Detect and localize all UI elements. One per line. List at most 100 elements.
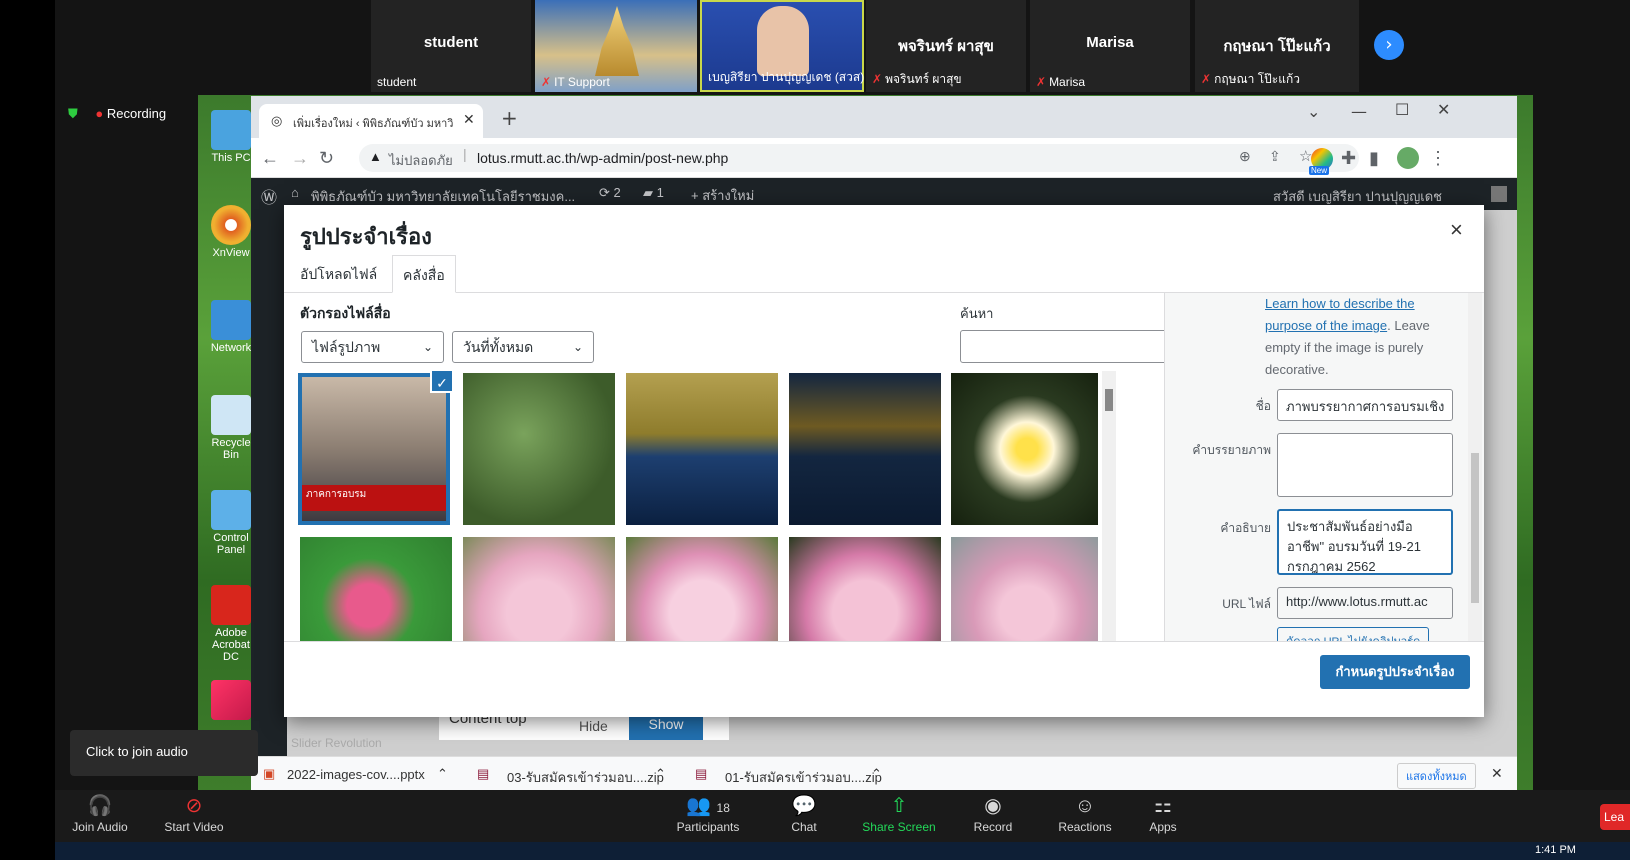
participant-tile-student[interactable]: student student	[371, 0, 531, 92]
new-badge: New	[1309, 166, 1330, 175]
zoom-toolbar: 🎧 Join Audio ⊘ Start Video 👥 18 Participant…	[55, 790, 1630, 842]
new-content-link[interactable]: + สร้างใหม่	[691, 185, 754, 206]
desktop-icon-network[interactable]: Network	[204, 300, 258, 354]
title-field[interactable]: ภาพบรรยากาศการอบรมเชิง	[1277, 389, 1453, 421]
user-avatar	[1491, 186, 1507, 202]
desktop-icon-recycle-bin[interactable]: Recycle Bin	[204, 395, 258, 461]
reactions-button[interactable]: ☺ Reactions	[1040, 792, 1130, 834]
share-screen-button[interactable]: ⇧ Share Screen	[854, 792, 944, 834]
attachment[interactable]	[300, 537, 452, 641]
desktop-icon-acrobat[interactable]: Adobe Acrobat DC	[204, 585, 258, 663]
details-scrollbar[interactable]	[1468, 293, 1482, 641]
tab-media-library[interactable]: คลังสื่อ	[392, 255, 456, 293]
modal-title: รูปประจำเรื่อง	[300, 224, 432, 249]
file-url-field[interactable]: http://www.lotus.rmutt.ac	[1277, 587, 1453, 619]
media-type-select[interactable]: ไฟล์รูปภาพ ⌄	[301, 331, 444, 363]
puzzle-icon[interactable]: ✚	[1341, 148, 1356, 169]
download-item[interactable]: 01-รับสมัครเข้าร่วมอบ....zip	[725, 767, 882, 788]
scroll-thumb[interactable]	[1105, 389, 1113, 411]
close-tab-icon[interactable]: ✕	[463, 111, 475, 128]
date-select[interactable]: วันที่ทั้งหมด ⌄	[452, 331, 594, 363]
attachment[interactable]	[789, 537, 941, 641]
chevron-up-icon[interactable]: ⌃	[437, 766, 448, 782]
file-url-label: URL ไฟล์	[1222, 597, 1271, 611]
updates-icon[interactable]: ⟳ 2	[599, 185, 621, 201]
close-downloads-icon[interactable]: ✕	[1491, 765, 1503, 782]
description-label: คำอธิบาย	[1220, 521, 1271, 535]
attachment[interactable]	[951, 373, 1098, 525]
attachment[interactable]	[951, 537, 1098, 641]
chevron-up-icon[interactable]: ⌃	[871, 766, 882, 782]
browser-tab[interactable]: ◎ เพิ่มเรื่องใหม่ ‹ พิพิธภัณฑ์บัว มหาวิท…	[259, 104, 483, 138]
start-video-button[interactable]: ⊘ Start Video	[149, 792, 239, 834]
computer-icon	[211, 110, 251, 150]
tab-upload-files[interactable]: อัปโหลดไฟล์	[290, 255, 387, 293]
next-participants-button[interactable]: ›	[1374, 30, 1404, 60]
featured-image-modal: รูปประจำเรื่อง × อัปโหลดไฟล์ คลังสื่อ ตั…	[284, 205, 1484, 717]
desktop-icon-creative-cloud[interactable]	[204, 680, 258, 722]
acrobat-icon	[211, 585, 251, 625]
join-audio-button[interactable]: 🎧 Join Audio	[55, 792, 145, 834]
participant-tile-marisa[interactable]: Marisa ✗ Marisa	[1030, 0, 1190, 92]
howdy-user[interactable]: สวัสดี เบญสิรียา ปานปุญญเดช	[1273, 186, 1442, 207]
alt-text-help: Learn how to describe the purpose of the…	[1265, 296, 1430, 377]
record-dot-icon: ●	[95, 106, 104, 121]
check-icon[interactable]: ✓	[430, 371, 454, 393]
participant-tile-potjarin[interactable]: พจรินทร์ ผาสุข ✗ พจรินทร์ ผาสุข	[866, 0, 1026, 92]
download-item[interactable]: 2022-images-cov....pptx	[287, 767, 425, 782]
share-icon[interactable]: ⇪	[1269, 148, 1281, 165]
attachment[interactable]	[626, 537, 778, 641]
minimize-icon[interactable]: —	[1351, 102, 1367, 121]
chat-button[interactable]: 💬 Chat	[759, 792, 849, 834]
menu-kebab-icon[interactable]: ⋮	[1429, 148, 1447, 169]
attachment-selected[interactable]: ภาคการอบรม ✓	[298, 371, 454, 525]
reload-icon[interactable]: ↻	[319, 148, 334, 169]
mic-off-icon: ✗	[1201, 72, 1212, 86]
participant-tile-kritsana[interactable]: กฤษณา โป๊ะแก้ว ✗ กฤษณา โป๊ะแก้ว	[1195, 0, 1359, 92]
hide-button[interactable]: Hide	[579, 718, 608, 734]
tab-search-icon[interactable]: ⌄	[1307, 102, 1320, 121]
description-field[interactable]: ประชาสัมพันธ์อย่างมืออาชีพ" อบรมวันที่ 1…	[1277, 509, 1453, 575]
site-name-link[interactable]: พิพิธภัณฑ์บัว มหาวิทยาลัยเทคโนโลยีราชมงค…	[311, 186, 575, 207]
zip-file-icon: ▤	[477, 766, 490, 781]
grid-scrollbar[interactable]	[1102, 371, 1116, 641]
participants-button[interactable]: 👥 18 Participants	[663, 792, 753, 834]
address-bar[interactable]: ▲ ไม่ปลอดภัย | lotus.rmutt.ac.th/wp-admi…	[359, 144, 1359, 172]
network-icon	[211, 300, 251, 340]
desktop-icon-this-pc[interactable]: This PC	[204, 110, 258, 164]
close-icon[interactable]: ×	[1450, 217, 1463, 243]
close-window-icon[interactable]: ✕	[1437, 100, 1450, 119]
chevron-up-icon[interactable]: ⌃	[655, 766, 666, 782]
leave-button[interactable]: Lea	[1600, 804, 1630, 830]
attachment[interactable]	[463, 537, 615, 641]
back-icon[interactable]: ←	[261, 148, 279, 169]
apps-button[interactable]: ⚏ Apps	[1118, 792, 1208, 834]
record-icon: ◉	[984, 795, 1002, 817]
comments-icon[interactable]: ▰ 1	[643, 185, 664, 201]
desktop-icon-xnview[interactable]: XnView	[204, 205, 258, 259]
side-panel-icon[interactable]: ▮	[1369, 148, 1379, 169]
zoom-icon[interactable]: ⊕	[1239, 148, 1251, 165]
show-all-downloads-button[interactable]: แสดงทั้งหมด	[1397, 763, 1476, 789]
attachment[interactable]	[463, 373, 615, 525]
participant-tile-active-speaker[interactable]: เบญสิรียา ปานปุญญเดช (สวส)	[700, 0, 864, 92]
participant-tile-it-support[interactable]: ✗ IT Support	[535, 0, 697, 92]
pptx-file-icon: ▣	[263, 766, 276, 781]
scroll-thumb[interactable]	[1471, 453, 1479, 603]
caption-field[interactable]	[1277, 433, 1453, 497]
wordpress-logo-icon[interactable]: Ⓦ	[261, 184, 277, 208]
forward-icon[interactable]: →	[291, 148, 309, 169]
download-item[interactable]: 03-รับสมัครเข้าร่วมอบ....zip	[507, 767, 664, 788]
recycle-bin-icon	[211, 395, 251, 435]
chevron-down-icon: ⌄	[422, 340, 433, 354]
desktop-icon-control-panel[interactable]: Control Panel	[204, 490, 258, 556]
search-input[interactable]	[960, 330, 1174, 363]
avatar[interactable]	[1397, 147, 1419, 169]
set-featured-image-button[interactable]: กำหนดรูปประจำเรื่อง	[1320, 655, 1470, 689]
chat-icon: 💬	[791, 795, 817, 817]
attachment[interactable]	[626, 373, 778, 525]
attachment[interactable]	[789, 373, 941, 525]
new-tab-button[interactable]: +	[501, 106, 518, 130]
record-button[interactable]: ◉ Record	[948, 792, 1038, 834]
maximize-icon[interactable]: ☐	[1395, 100, 1409, 119]
